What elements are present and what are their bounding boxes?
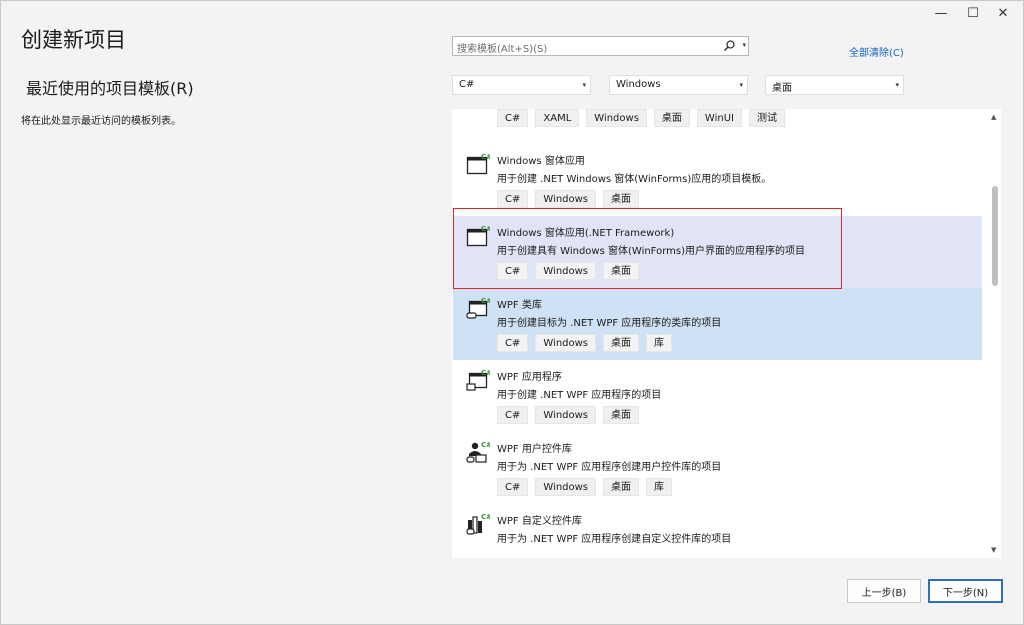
svg-text:C#: C# [481, 513, 490, 521]
chevron-down-icon: ▾ [739, 81, 743, 89]
template-tags: C# Windows 桌面 库 [497, 478, 673, 496]
template-title: Windows 窗体应用 [497, 156, 585, 167]
template-title: WPF 用户控件库 [497, 444, 572, 455]
svg-text:C#: C# [481, 153, 490, 161]
template-item-windows-forms-net-framework[interactable]: C# Windows 窗体应用(.NET Framework) 用于创建具有 W… [453, 216, 982, 288]
tag: WinUI [696, 109, 742, 127]
clear-all-link[interactable]: 全部清除(C) [849, 44, 904, 59]
tag: 桌面 [653, 109, 690, 127]
page-title: 创建新项目 [21, 28, 126, 52]
template-item-windows-forms[interactable]: C# Windows 窗体应用 用于创建 .NET Windows 窗体(Win… [453, 144, 982, 216]
search-placeholder: 搜索模板(Alt+S)(S) [457, 44, 548, 55]
tag: 桌面 [603, 190, 640, 208]
next-button[interactable]: 下一步(N) [928, 579, 1003, 603]
search-input[interactable]: 搜索模板(Alt+S)(S) ▾ [452, 36, 749, 56]
template-tags: C# Windows 桌面 [497, 262, 640, 280]
template-title: Windows 窗体应用(.NET Framework) [497, 228, 675, 239]
chevron-down-icon: ▾ [582, 81, 586, 89]
template-tags: C# Windows 桌面 [497, 406, 640, 424]
maximize-button[interactable]: ☐ [958, 4, 988, 22]
wpf-library-icon: C# [466, 297, 490, 319]
template-item[interactable]: C# XAML Windows 桌面 WinUI 测试 [453, 109, 982, 135]
tag: C# [497, 478, 529, 496]
tag: C# [497, 334, 529, 352]
tag: XAML [535, 109, 580, 127]
template-tags: C# Windows 桌面 [497, 190, 640, 208]
tag: C# [497, 109, 529, 127]
template-tags: C# XAML Windows 桌面 WinUI 测试 [497, 109, 785, 127]
winforms-icon: C# [466, 225, 490, 247]
language-filter-value: C# [459, 79, 475, 90]
tag: 测试 [748, 109, 785, 127]
template-description: 用于为 .NET WPF 应用程序创建用户控件库的项目 [497, 462, 722, 473]
template-description: 用于为 .NET WPF 应用程序创建自定义控件库的项目 [497, 534, 732, 545]
svg-text:C#: C# [481, 369, 490, 377]
tag: C# [497, 262, 529, 280]
scroll-down-icon[interactable]: ▼ [991, 546, 996, 554]
template-title: WPF 类库 [497, 300, 542, 311]
chevron-down-icon: ▾ [895, 81, 899, 89]
svg-text:C#: C# [481, 441, 490, 449]
template-item-wpf-user-control-library[interactable]: C# WPF 用户控件库 用于为 .NET WPF 应用程序创建用户控件库的项目… [453, 432, 982, 504]
template-list[interactable]: C# XAML Windows 桌面 WinUI 测试 C# Windows 窗… [452, 109, 1001, 558]
project-type-filter-value: 桌面 [772, 83, 792, 94]
tag: 库 [646, 334, 673, 352]
template-title: WPF 应用程序 [497, 372, 562, 383]
template-title: WPF 自定义控件库 [497, 516, 582, 527]
template-item-wpf-custom-control-library[interactable]: C# WPF 自定义控件库 用于为 .NET WPF 应用程序创建自定义控件库的… [453, 504, 982, 558]
template-tags: C# Windows 桌面 库 [497, 334, 673, 352]
platform-filter-value: Windows [616, 79, 661, 90]
tag: Windows [535, 262, 597, 280]
tag: 库 [646, 478, 673, 496]
tag: Windows [535, 406, 597, 424]
template-description: 用于创建具有 Windows 窗体(WinForms)用户界面的应用程序的项目 [497, 246, 805, 257]
back-button[interactable]: 上一步(B) [847, 579, 921, 603]
tag: Windows [535, 334, 597, 352]
vertical-scrollbar[interactable]: ▲ ▼ [989, 109, 1001, 558]
search-icon[interactable] [722, 39, 736, 53]
scroll-thumb[interactable] [992, 186, 998, 286]
project-type-filter-select[interactable]: 桌面 ▾ [765, 75, 904, 95]
template-item-wpf-class-library[interactable]: C# WPF 类库 用于创建目标为 .NET WPF 应用程序的类库的项目 C#… [453, 288, 982, 360]
tag: Windows [535, 478, 597, 496]
tag: 桌面 [603, 334, 640, 352]
tag: 桌面 [603, 406, 640, 424]
platform-filter-select[interactable]: Windows ▾ [609, 75, 748, 95]
language-filter-select[interactable]: C# ▾ [452, 75, 591, 95]
tag: 桌面 [603, 478, 640, 496]
template-item-wpf-app[interactable]: C# WPF 应用程序 用于创建 .NET WPF 应用程序的项目 C# Win… [453, 360, 982, 432]
scroll-up-icon[interactable]: ▲ [991, 113, 996, 121]
wpf-app-icon: C# [466, 369, 490, 391]
minimize-button[interactable]: — [926, 4, 956, 22]
svg-text:C#: C# [481, 225, 490, 233]
tag: 桌面 [603, 262, 640, 280]
tag: Windows [586, 109, 647, 127]
tag: C# [497, 190, 529, 208]
wpf-user-control-icon: C# [466, 441, 490, 463]
close-button[interactable]: ✕ [988, 4, 1018, 22]
search-dropdown-icon[interactable]: ▾ [742, 41, 746, 49]
recent-templates-heading: 最近使用的项目模板(R) [26, 79, 194, 98]
wpf-custom-control-icon: C# [466, 513, 490, 535]
template-description: 用于创建目标为 .NET WPF 应用程序的类库的项目 [497, 318, 722, 329]
winforms-icon: C# [466, 153, 490, 175]
tag: C# [497, 406, 529, 424]
tag: Windows [535, 190, 597, 208]
template-description: 用于创建 .NET WPF 应用程序的项目 [497, 390, 662, 401]
svg-text:C#: C# [481, 297, 490, 305]
template-description: 用于创建 .NET Windows 窗体(WinForms)应用的项目模板。 [497, 174, 772, 185]
recent-templates-empty-text: 将在此处显示最近访问的模板列表。 [21, 116, 181, 127]
